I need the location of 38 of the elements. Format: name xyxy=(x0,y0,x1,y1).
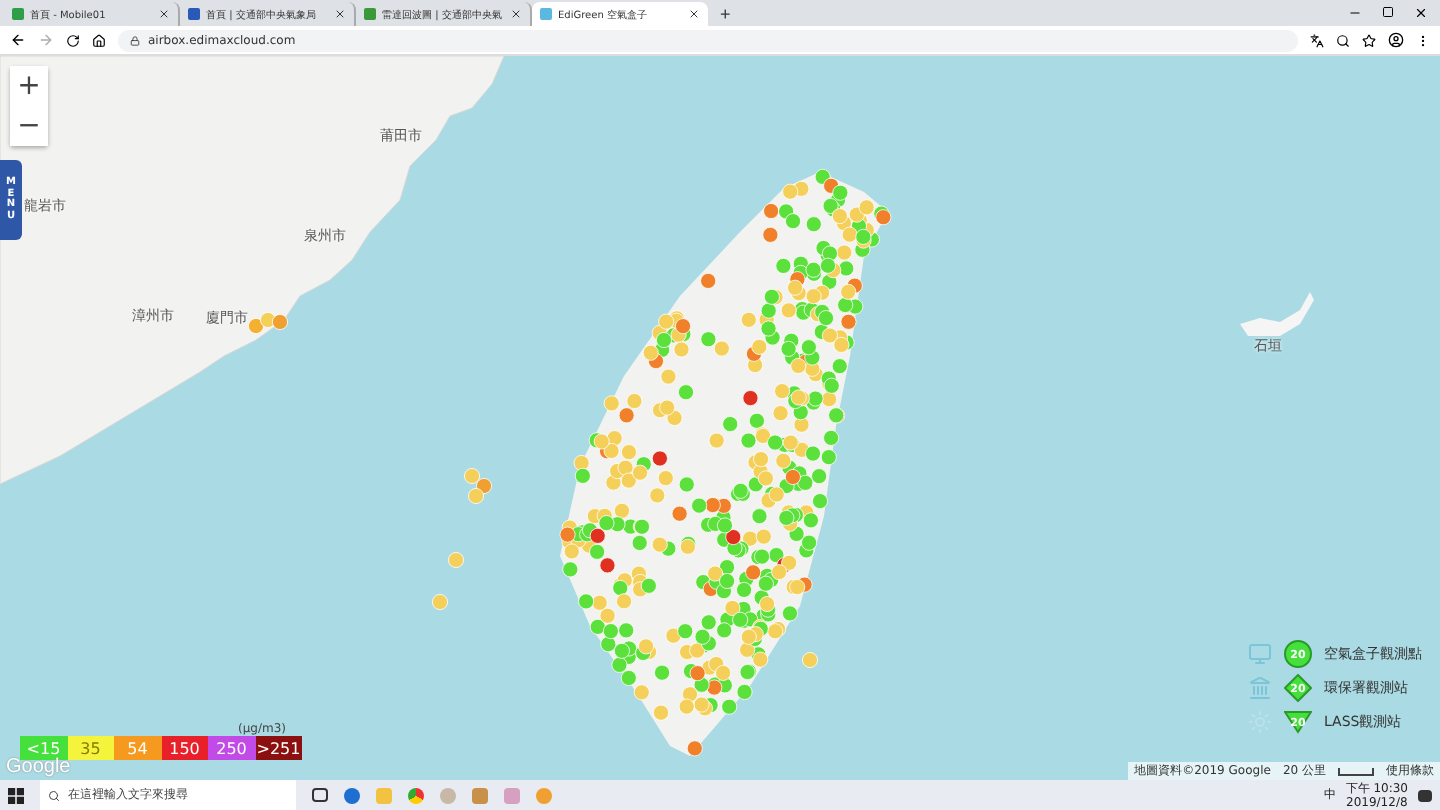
close-icon[interactable] xyxy=(510,8,522,20)
menu-icon[interactable] xyxy=(1416,33,1430,47)
lock-icon xyxy=(130,35,140,45)
sensor-markers-drawing[interactable] xyxy=(248,312,288,334)
translate-icon[interactable] xyxy=(1310,33,1324,47)
windows-icon[interactable] xyxy=(8,787,24,803)
close-icon[interactable] xyxy=(1414,6,1428,20)
google-logo: Google xyxy=(6,756,71,778)
legend-level: <15 xyxy=(20,736,67,760)
legend-level: 250 xyxy=(208,736,255,760)
maximize-icon[interactable] xyxy=(1382,6,1394,18)
legend-level: >251 xyxy=(255,736,302,760)
legend-level: 150 xyxy=(161,736,208,760)
search-icon xyxy=(48,789,60,801)
island-drawing xyxy=(1240,292,1314,336)
task-view-icon[interactable] xyxy=(312,788,328,802)
minimize-icon[interactable] xyxy=(1348,6,1362,20)
close-icon[interactable] xyxy=(158,8,170,20)
profile-icon[interactable] xyxy=(1388,32,1404,48)
back-icon[interactable] xyxy=(10,32,26,48)
legend-level: 54 xyxy=(114,736,161,760)
scale-bar xyxy=(1338,767,1374,775)
browser-icon[interactable] xyxy=(344,787,360,803)
close-icon[interactable] xyxy=(688,8,700,20)
home-icon[interactable] xyxy=(92,33,106,47)
notification-icon[interactable] xyxy=(1418,789,1432,801)
monitor-icon xyxy=(1248,642,1272,666)
new-tab-button[interactable]: + xyxy=(708,2,743,26)
close-icon[interactable] xyxy=(334,8,346,20)
browser-icon[interactable] xyxy=(408,787,424,803)
building-icon xyxy=(1248,676,1272,700)
zoom-in-button[interactable]: + xyxy=(10,66,48,106)
star-icon[interactable] xyxy=(1362,33,1376,47)
zoom-out-button[interactable]: − xyxy=(10,106,48,146)
reload-icon[interactable] xyxy=(66,33,80,47)
sensor-markers-drawing[interactable] xyxy=(432,468,492,610)
legend-level: 35 xyxy=(67,736,114,760)
search-icon[interactable] xyxy=(1336,33,1350,47)
